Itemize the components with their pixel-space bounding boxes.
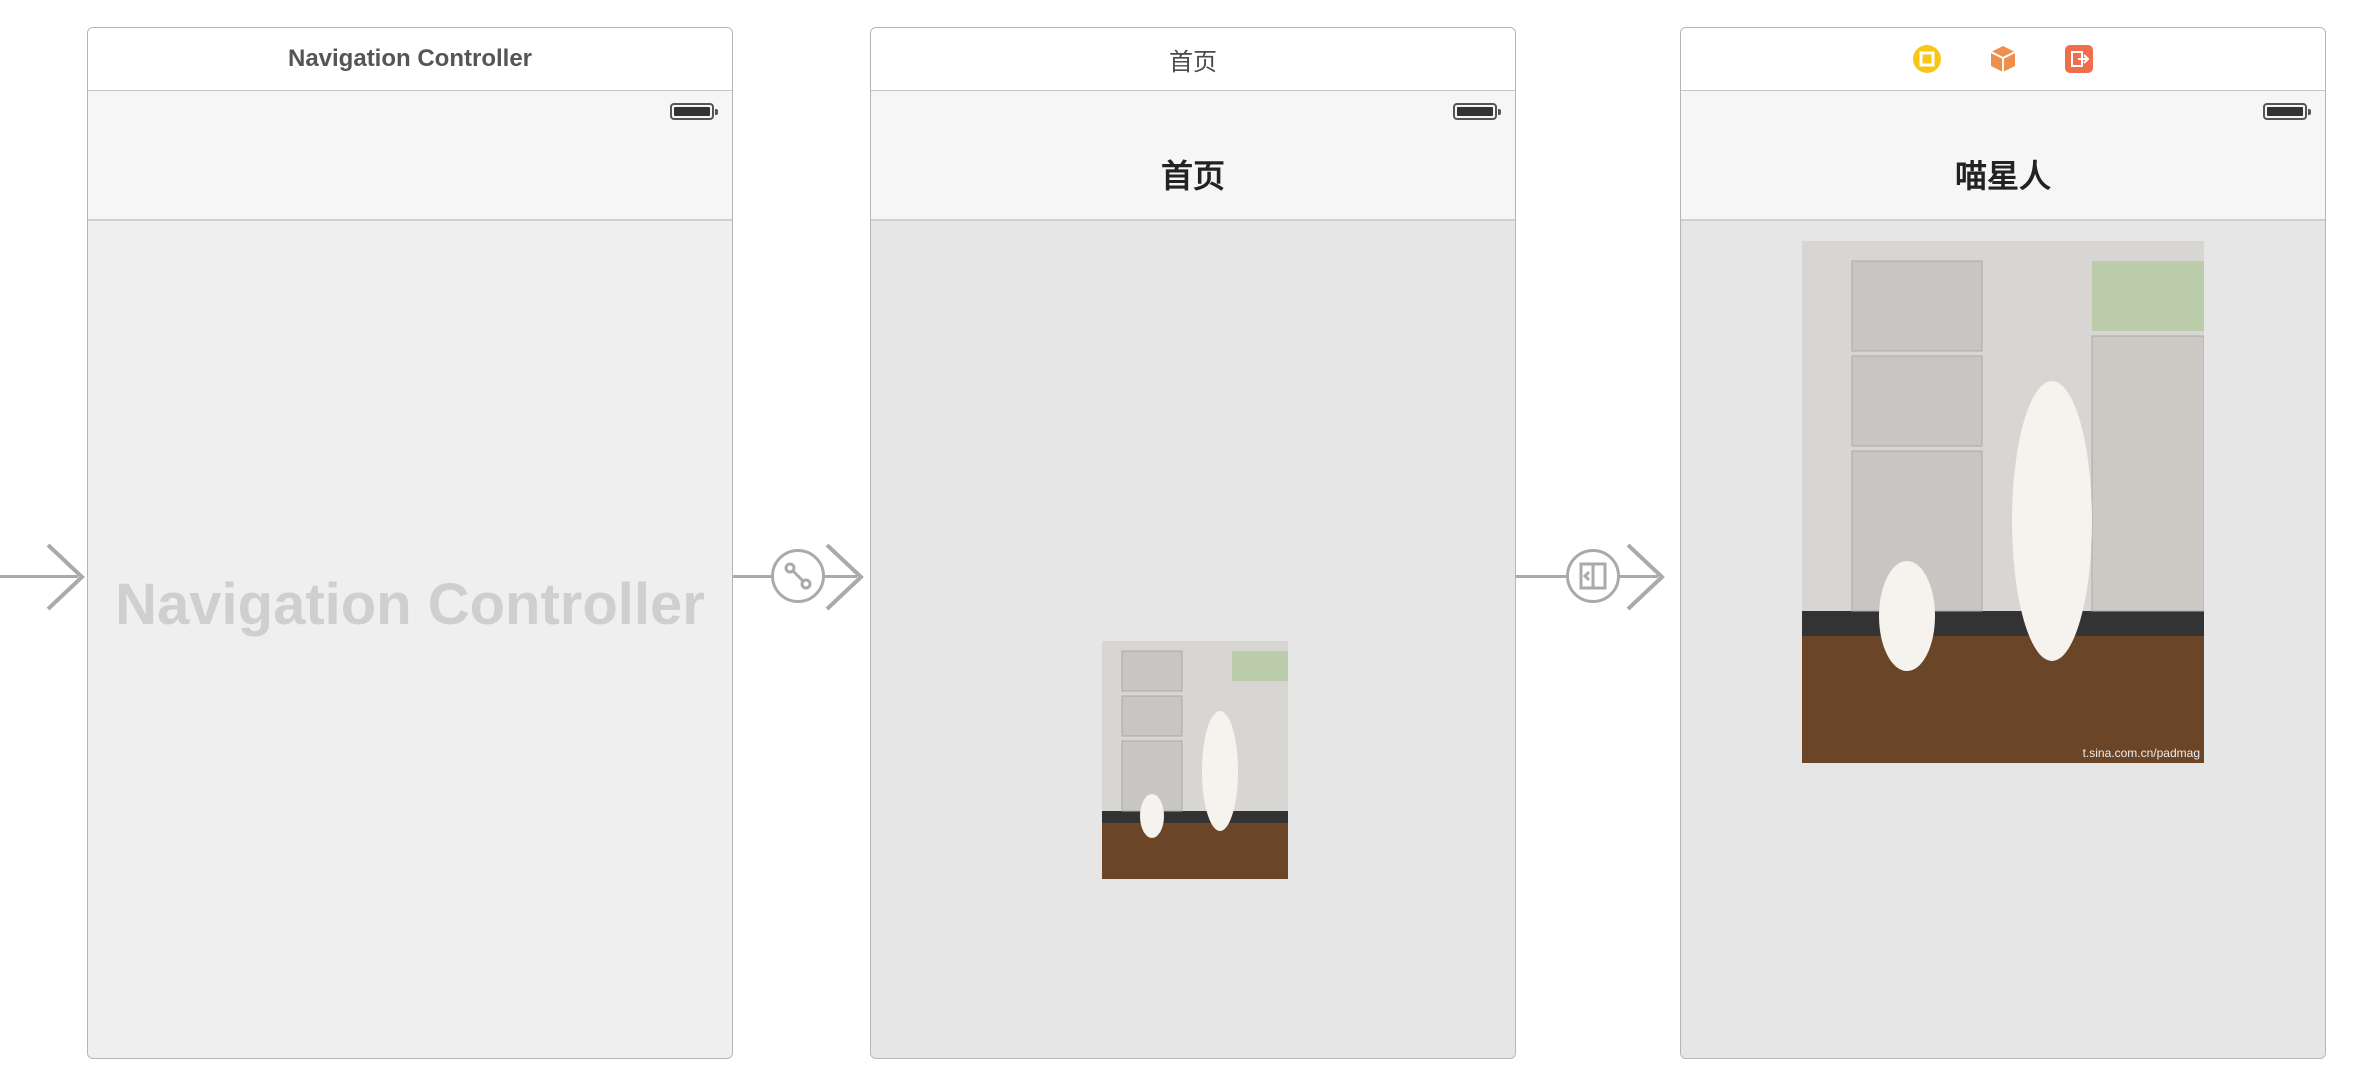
scene-navigation-controller[interactable]: Navigation Controller Navigation Control… [87,27,733,1059]
scene-dock-icons [1912,44,2094,74]
relationship-segue-icon [771,549,825,603]
scene-cat-detail[interactable]: 喵星人 t.sina.com.cn/padmag [1680,27,2326,1059]
navigation-title: 喵星人 [1954,157,2051,195]
navigation-bar[interactable]: 首页 [871,91,1515,221]
scene-content[interactable]: t.sina.com.cn/padmag [1681,221,2325,1058]
photo-caption: t.sina.com.cn/padmag [2082,746,2200,760]
scene-header[interactable]: 首页 [871,28,1515,91]
scene-home[interactable]: 首页 首页 [870,27,1516,1059]
navigation-bar[interactable] [88,91,732,221]
scene-title: Navigation Controller [287,45,533,72]
push-segue[interactable] [1516,543,1671,611]
entry-arrow [0,543,85,611]
push-segue-icon [1566,549,1620,603]
scene-title: 首页 [1169,47,1217,76]
scene-header[interactable]: Navigation Controller [88,28,732,91]
cat-image-thumbnail[interactable] [1102,641,1288,879]
cat-image[interactable]: t.sina.com.cn/padmag [1802,241,2204,763]
battery-icon [1453,103,1501,120]
navigation-title: 首页 [1160,157,1225,195]
scene-header[interactable] [1681,28,2325,91]
navigation-bar[interactable]: 喵星人 [1681,91,2325,221]
first-responder-icon[interactable] [1988,44,2018,74]
view-controller-icon[interactable] [1912,44,1942,74]
navigation-controller-watermark: Navigation Controller [115,572,705,637]
exit-icon[interactable] [2064,44,2094,74]
battery-icon [670,103,718,120]
root-view-controller-segue[interactable] [733,543,868,611]
scene-content[interactable]: Navigation Controller [88,221,732,1058]
battery-icon [2263,103,2311,120]
scene-content[interactable] [871,221,1515,1058]
